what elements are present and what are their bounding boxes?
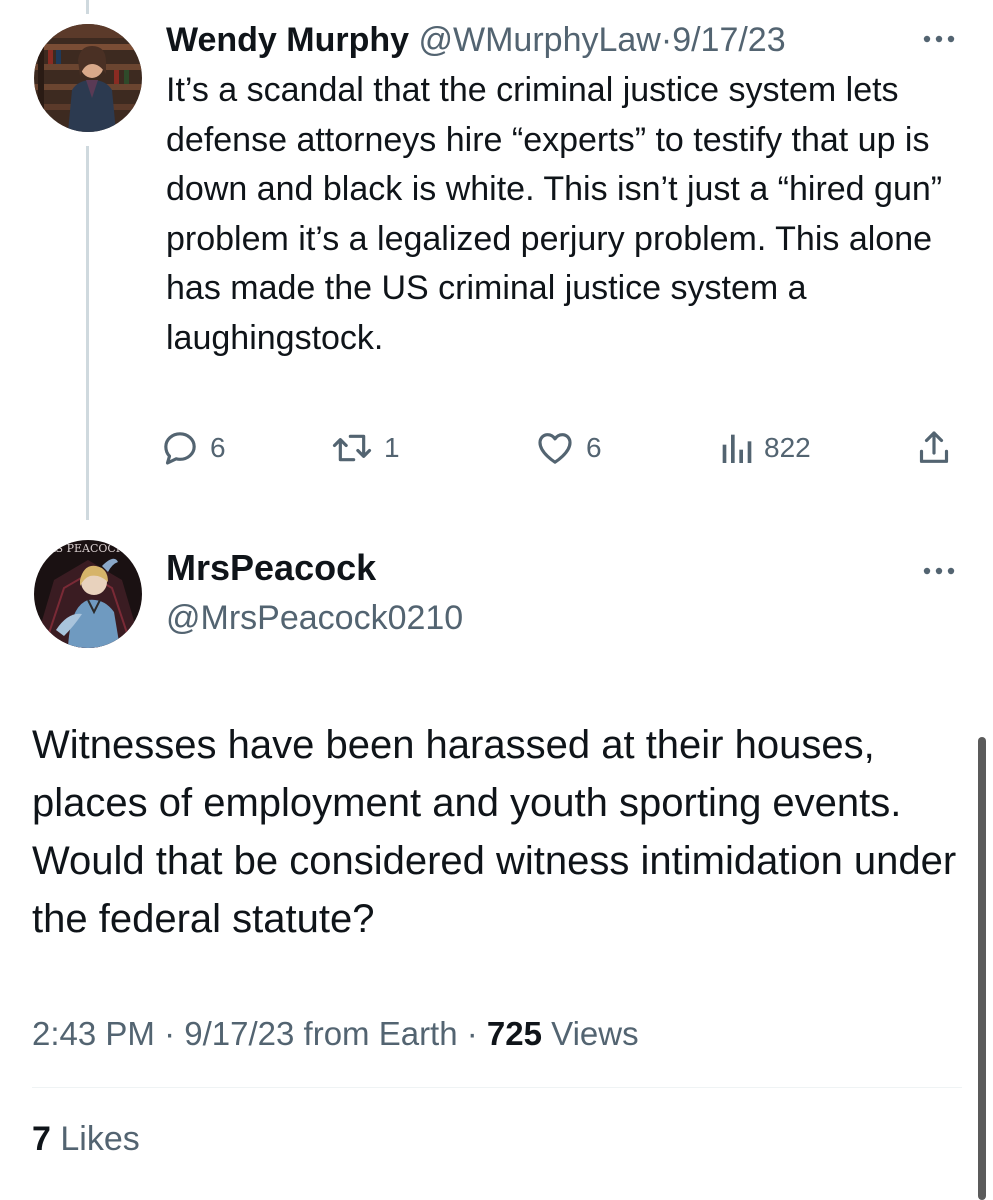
meta-separator: · [466, 1015, 478, 1052]
retweet-button[interactable]: 1 [330, 420, 400, 476]
share-icon [919, 431, 949, 463]
heart-icon [538, 433, 572, 464]
scrollbar[interactable] [978, 737, 986, 1200]
reply-icon [164, 432, 196, 465]
avatar-illustration: MRS PEACOCK [34, 540, 142, 648]
avatar-wendy-murphy[interactable] [34, 24, 142, 132]
main-tweet-text: Witnesses have been harassed at their ho… [32, 723, 957, 941]
main-more-button[interactable] [919, 556, 959, 586]
likes-label: Likes [60, 1120, 140, 1158]
tweet-time[interactable]: 2:43 PM [32, 1015, 155, 1052]
likes-summary[interactable]: 7 Likes [32, 1116, 140, 1162]
share-button[interactable] [914, 420, 954, 476]
reply-count: 6 [210, 432, 226, 463]
more-horizontal-icon [923, 35, 955, 43]
analytics-icon [722, 434, 752, 463]
thread-line [86, 146, 89, 520]
like-count: 6 [586, 432, 602, 463]
thread-line-top [86, 0, 89, 14]
tweet-source: from Earth [303, 1015, 458, 1052]
more-horizontal-icon [923, 567, 955, 575]
views-count: 725 [486, 1015, 542, 1052]
retweet-icon [332, 434, 372, 462]
avatar-photo [34, 24, 142, 132]
tweet-date[interactable]: 9/17/23 [184, 1015, 294, 1052]
likes-count: 7 [32, 1120, 51, 1158]
divider [32, 1087, 962, 1088]
parent-more-button[interactable] [919, 24, 959, 54]
views-count: 822 [764, 432, 811, 463]
tweet-metadata: 2:43 PM · 9/17/23 from Earth · 725 Views [32, 1011, 639, 1057]
author-name[interactable]: Wendy Murphy [166, 21, 409, 59]
meta-separator: · [164, 1015, 176, 1052]
main-author-name[interactable]: MrsPeacock [166, 546, 376, 590]
retweet-count: 1 [384, 432, 400, 463]
main-author-handle[interactable]: @MrsPeacock0210 [166, 596, 463, 640]
avatar-mrspeacock[interactable]: MRS PEACOCK [34, 540, 142, 648]
avatar-text: MRS PEACOCK [36, 542, 125, 555]
author-handle[interactable]: @WMurphyLaw [419, 21, 661, 59]
like-button[interactable]: 6 [534, 420, 602, 476]
header-separator: · [660, 21, 673, 59]
parent-tweet-actions: 6 1 6 822 [160, 420, 960, 476]
views-button[interactable]: 822 [718, 420, 811, 476]
reply-button[interactable]: 6 [160, 420, 226, 476]
tweet-date[interactable]: 9/17/23 [672, 21, 785, 59]
parent-tweet-header: Wendy Murphy @WMurphyLaw·9/17/23 [166, 18, 966, 62]
views-label: Views [551, 1015, 639, 1052]
parent-tweet-text: It’s a scandal that the criminal justice… [166, 71, 943, 357]
